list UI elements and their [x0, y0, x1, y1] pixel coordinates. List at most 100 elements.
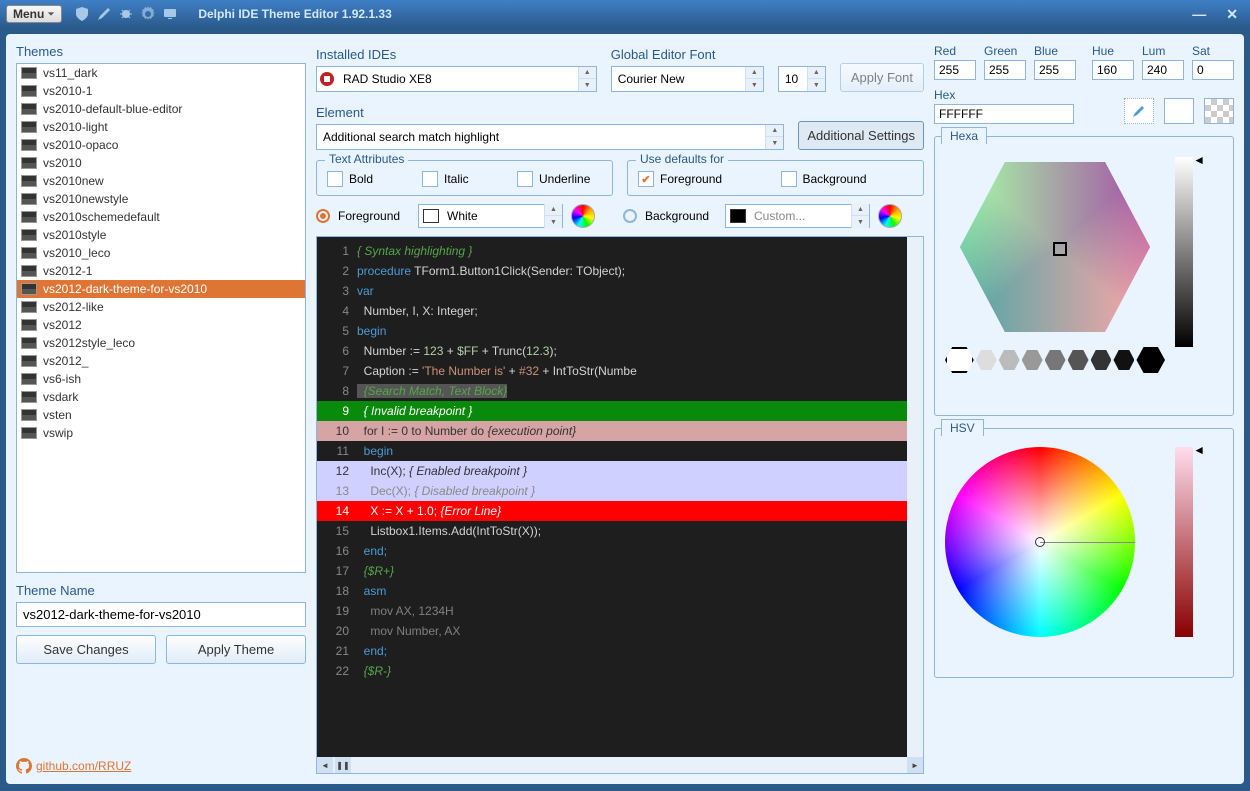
- hex-label: Hex: [934, 88, 1114, 102]
- brush-icon[interactable]: [96, 6, 112, 22]
- theme-item-label: vs2010style: [43, 228, 106, 242]
- theme-item[interactable]: vs2010-opaco: [17, 136, 305, 154]
- theme-swatch-icon: [21, 193, 37, 205]
- theme-item[interactable]: vs2012style_leco: [17, 334, 305, 352]
- theme-item-label: vs2010-light: [43, 120, 108, 134]
- theme-item[interactable]: vs2010-light: [17, 118, 305, 136]
- element-label: Element: [316, 105, 784, 120]
- hexa-lightness-slider[interactable]: [1175, 157, 1193, 347]
- theme-item[interactable]: vs2010schemedefault: [17, 208, 305, 226]
- sat-input[interactable]: [1192, 60, 1234, 80]
- close-button[interactable]: ✕: [1220, 6, 1244, 23]
- background-radio[interactable]: [623, 209, 637, 223]
- monitor-icon[interactable]: [162, 6, 178, 22]
- default-foreground-checkbox[interactable]: ✔Foreground: [638, 171, 771, 187]
- theme-item-label: vs2010: [43, 156, 82, 170]
- left-panel: Themes vs11_darkvs2010-1vs2010-default-b…: [16, 44, 306, 774]
- theme-item[interactable]: vs2010-default-blue-editor: [17, 100, 305, 118]
- additional-settings-button[interactable]: Additional Settings: [798, 121, 924, 150]
- hsv-wheel[interactable]: [945, 447, 1135, 637]
- hexa-color-hexagon[interactable]: [955, 157, 1155, 337]
- underline-checkbox[interactable]: Underline: [517, 171, 602, 187]
- font-combo[interactable]: Courier New ▲▼: [611, 66, 764, 92]
- theme-item[interactable]: vs2012: [17, 316, 305, 334]
- hue-input[interactable]: [1092, 60, 1134, 80]
- hexa-tab[interactable]: Hexa: [941, 127, 987, 144]
- foreground-color-picker-button[interactable]: [571, 204, 595, 228]
- red-label: Red: [934, 44, 976, 58]
- menu-button[interactable]: Menu: [6, 5, 62, 23]
- bold-checkbox[interactable]: Bold: [327, 171, 412, 187]
- app-title: Delphi IDE Theme Editor 1.92.1.33: [198, 7, 391, 21]
- foreground-color-combo[interactable]: White ▲▼: [418, 204, 563, 228]
- theme-item[interactable]: vs2012-like: [17, 298, 305, 316]
- shade-row[interactable]: [945, 347, 1165, 373]
- theme-swatch-icon: [21, 427, 37, 439]
- theme-name-input[interactable]: [16, 602, 306, 627]
- theme-swatch-icon: [21, 283, 37, 295]
- theme-item-label: vswip: [43, 426, 73, 440]
- theme-item[interactable]: vs2012-dark-theme-for-vs2010: [17, 280, 305, 298]
- background-color-combo[interactable]: Custom... ▲▼: [725, 204, 870, 228]
- hexa-cursor[interactable]: [1053, 242, 1067, 256]
- theme-item[interactable]: vs6-ish: [17, 370, 305, 388]
- element-combo[interactable]: Additional search match highlight ▲▼: [316, 124, 784, 150]
- apply-theme-button[interactable]: Apply Theme: [166, 635, 306, 664]
- hsv-cursor[interactable]: [1035, 537, 1045, 547]
- text-attrs-group-label: Text Attributes: [325, 152, 408, 166]
- theme-item[interactable]: vs2012_: [17, 352, 305, 370]
- theme-item[interactable]: vs2010newstyle: [17, 190, 305, 208]
- theme-swatch-icon: [21, 409, 37, 421]
- red-input[interactable]: [934, 60, 976, 80]
- theme-item[interactable]: vsdark: [17, 388, 305, 406]
- rad-studio-icon: [317, 71, 337, 87]
- font-size-spinner[interactable]: 10 ▲▼: [778, 66, 826, 92]
- lum-input[interactable]: [1142, 60, 1184, 80]
- gear-icon[interactable]: [140, 6, 156, 22]
- theme-item[interactable]: vs2010_leco: [17, 244, 305, 262]
- color-preview-swatch: [1164, 98, 1194, 124]
- italic-checkbox[interactable]: Italic: [422, 171, 507, 187]
- theme-item[interactable]: vsten: [17, 406, 305, 424]
- theme-swatch-icon: [21, 229, 37, 241]
- theme-item-label: vs2010newstyle: [43, 192, 128, 206]
- theme-item[interactable]: vs2012-1: [17, 262, 305, 280]
- hsv-value-slider[interactable]: [1175, 447, 1193, 637]
- theme-item[interactable]: vs2010style: [17, 226, 305, 244]
- theme-swatch-icon: [21, 139, 37, 151]
- background-color-picker-button[interactable]: [878, 204, 902, 228]
- theme-item[interactable]: vs2010new: [17, 172, 305, 190]
- eyedropper-button[interactable]: [1124, 98, 1154, 124]
- apply-font-button[interactable]: Apply Font: [840, 63, 924, 92]
- blue-input[interactable]: [1034, 60, 1076, 80]
- transparent-swatch: [1204, 98, 1234, 124]
- theme-swatch-icon: [21, 319, 37, 331]
- shield-icon[interactable]: [74, 6, 90, 22]
- lum-label: Lum: [1142, 44, 1184, 58]
- theme-item-label: vs2012: [43, 318, 82, 332]
- hex-input[interactable]: [934, 104, 1074, 124]
- font-label: Global Editor Font: [611, 47, 764, 62]
- theme-item[interactable]: vs2010-1: [17, 82, 305, 100]
- theme-swatch-icon: [21, 67, 37, 79]
- installed-ides-combo[interactable]: RAD Studio XE8 ▲▼: [316, 66, 597, 92]
- editor-vscrollbar[interactable]: [907, 237, 923, 757]
- theme-item[interactable]: vs11_dark: [17, 64, 305, 82]
- save-changes-button[interactable]: Save Changes: [16, 635, 156, 664]
- theme-item[interactable]: vswip: [17, 424, 305, 442]
- mid-panel: Installed IDEs RAD Studio XE8 ▲▼ Global …: [316, 44, 924, 774]
- themes-listbox[interactable]: vs11_darkvs2010-1vs2010-default-blue-edi…: [16, 63, 306, 573]
- default-background-checkbox[interactable]: Background: [781, 171, 914, 187]
- editor-hscrollbar[interactable]: ◄❚❚►: [317, 757, 923, 773]
- theme-item[interactable]: vs2010: [17, 154, 305, 172]
- theme-swatch-icon: [21, 103, 37, 115]
- theme-item-label: vs2012-like: [43, 300, 104, 314]
- hue-label: Hue: [1092, 44, 1134, 58]
- hsv-tab[interactable]: HSV: [941, 419, 984, 436]
- menu-label: Menu: [13, 7, 44, 21]
- foreground-radio[interactable]: [316, 209, 330, 223]
- green-input[interactable]: [984, 60, 1026, 80]
- bug-icon[interactable]: [118, 6, 134, 22]
- github-link[interactable]: github.com/RRUZ: [16, 758, 306, 774]
- minimize-button[interactable]: —: [1186, 6, 1212, 23]
